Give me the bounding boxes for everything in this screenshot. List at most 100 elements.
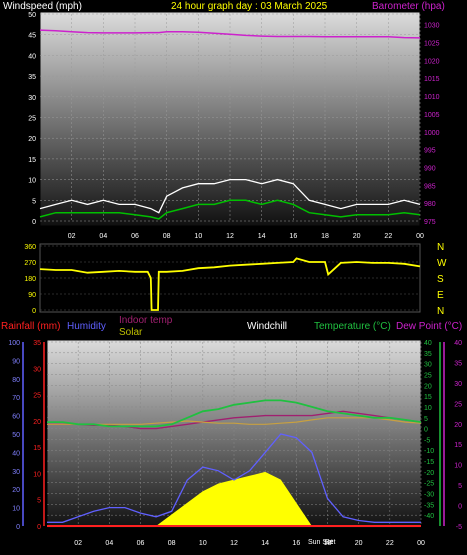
- rain-y-tick-label: 0: [37, 524, 41, 531]
- temp-x-tick-label: 12: [230, 540, 238, 547]
- weather-chart: 05101520253035404550 9759809859909951000…: [1, 1, 462, 547]
- temp-y-tick-label: -15: [424, 459, 434, 466]
- humidity-y-tick-label: 0: [16, 524, 20, 531]
- direction-y-tick-label: 360: [24, 244, 36, 251]
- wind-y-tick-label: 5: [32, 198, 36, 205]
- wind-x-tick-label: 14: [258, 233, 266, 240]
- legend-solar: Solar: [119, 327, 143, 338]
- dew-y-tick-label: 20: [454, 422, 462, 429]
- wind-y-tick-label: 10: [28, 178, 36, 185]
- temp-y-tick-label: 10: [424, 405, 432, 412]
- humidity-y-tick-label: 30: [12, 469, 20, 476]
- wind-y-tick-label: 15: [28, 157, 36, 164]
- barometer-y-tick-label: 1020: [424, 58, 440, 65]
- barometer-y-tick-label: 980: [424, 201, 436, 208]
- humidity-y-tick-label: 90: [12, 358, 20, 365]
- barometer-y-tick-label: 1005: [424, 112, 440, 119]
- barometer-y-tick-label: 1010: [424, 94, 440, 101]
- temp-x-tick-label: 20: [355, 540, 363, 547]
- temp-y-tick-label: 20: [424, 383, 432, 390]
- barometer-y-tick-label: 1030: [424, 23, 440, 30]
- temp-y-tick-label: 15: [424, 394, 432, 401]
- temp-y-tick-label: 25: [424, 372, 432, 379]
- legend-indoor-temp: Indoor temp: [119, 315, 173, 326]
- rain-y-tick-label: 25: [33, 393, 41, 400]
- dew-y-tick-label: 0: [458, 504, 462, 511]
- wind-x-tick-label: 22: [384, 233, 392, 240]
- compass-label: S: [437, 274, 444, 285]
- humidity-y-tick-label: 100: [8, 340, 20, 347]
- barometer-y-tick-label: 990: [424, 165, 436, 172]
- set-label: Set: [325, 539, 336, 546]
- wind-y-tick-label: 50: [28, 12, 36, 19]
- windspeed-label: Windspeed (mph): [3, 1, 82, 12]
- wind-y-tick-label: 45: [28, 33, 36, 40]
- barometer-y-tick-label: 985: [424, 183, 436, 190]
- humidity-y-tick-label: 70: [12, 395, 20, 402]
- wind-y-tick-label: 30: [28, 95, 36, 102]
- barometer-y-tick-label: 1015: [424, 76, 440, 83]
- legend-temperature: Temperature (°C): [314, 321, 391, 332]
- wind-x-tick-label: 06: [131, 233, 139, 240]
- rain-y-tick-label: 30: [33, 366, 41, 373]
- temp-y-tick-label: -10: [424, 448, 434, 455]
- temp-y-tick-label: 35: [424, 351, 432, 358]
- rain-y-tick-label: 20: [33, 419, 41, 426]
- temp-x-tick-label: 08: [168, 540, 176, 547]
- direction-y-tick-label: 270: [24, 260, 36, 267]
- temp-x-tick-label: 04: [105, 540, 113, 547]
- wind-y-tick-label: 40: [28, 53, 36, 60]
- wind-x-ticks: 02 04 06 08 10 12 14 16 18 20 22 00: [68, 233, 424, 240]
- dew-y-tick-label: 35: [454, 360, 462, 367]
- wind-x-tick-label: 18: [321, 233, 329, 240]
- barometer-y-tick-label: 1000: [424, 130, 440, 137]
- wind-x-tick-label: 02: [68, 233, 76, 240]
- humidity-y-tick-label: 50: [12, 432, 20, 439]
- dew-y-tick-label: 40: [454, 340, 462, 347]
- wind-y-tick-label: 35: [28, 74, 36, 81]
- dew-y-tick-label: 30: [454, 381, 462, 388]
- temp-y-tick-label: 5: [424, 416, 428, 423]
- compass-label: N: [437, 242, 444, 253]
- wind-x-tick-label: 04: [99, 233, 107, 240]
- temp-y-tick-label: -20: [424, 470, 434, 477]
- humidity-y-tick-label: 40: [12, 450, 20, 457]
- dew-y-tick-label: 25: [454, 401, 462, 408]
- dew-y-tick-label: 10: [454, 463, 462, 470]
- dew-y-tick-label: 5: [458, 483, 462, 490]
- temp-y-tick-label: -30: [424, 492, 434, 499]
- temp-y-tick-label: 0: [424, 427, 428, 434]
- direction-y-tick-label: 90: [28, 292, 36, 299]
- wind-y-ticks: 0 5 10 15 20 25 30 35 40 45 50: [28, 12, 36, 226]
- temp-x-tick-label: 22: [386, 540, 394, 547]
- temp-x-tick-label: 00: [417, 540, 425, 547]
- graph-title: 24 hour graph day : 03 March 2025: [171, 1, 328, 12]
- legend-humidity: Humidity: [67, 321, 106, 332]
- legend-windchill: Windchill: [247, 321, 287, 332]
- temp-y-tick-label: -25: [424, 481, 434, 488]
- temp-x-tick-label: 06: [137, 540, 145, 547]
- legend-dew-point: Dew Point (°C): [396, 321, 462, 332]
- wind-x-tick-label: 12: [226, 233, 234, 240]
- compass-label: W: [437, 258, 447, 269]
- rain-y-tick-label: 10: [33, 471, 41, 478]
- dew-y-tick-label: 15: [454, 442, 462, 449]
- direction-y-tick-label: 0: [32, 308, 36, 315]
- wind-x-tick-label: 16: [289, 233, 297, 240]
- wind-x-tick-label: 20: [353, 233, 361, 240]
- rain-y-tick-label: 15: [33, 445, 41, 452]
- temp-y-tick-label: 30: [424, 362, 432, 369]
- rain-y-tick-label: 5: [37, 498, 41, 505]
- temp-y-tick-label: 40: [424, 340, 432, 347]
- humidity-y-tick-label: 20: [12, 487, 20, 494]
- wind-y-tick-label: 0: [32, 219, 36, 226]
- direction-y-tick-label: 180: [24, 276, 36, 283]
- compass-label: E: [437, 290, 444, 301]
- humidity-y-tick-label: 10: [12, 506, 20, 513]
- legend-rainfall: Rainfall (mm): [1, 321, 60, 332]
- wind-x-tick-label: 00: [416, 233, 424, 240]
- temp-x-tick-label: 14: [261, 540, 269, 547]
- humidity-y-tick-label: 60: [12, 414, 20, 421]
- barometer-y-tick-label: 995: [424, 148, 436, 155]
- temp-x-tick-label: 02: [74, 540, 82, 547]
